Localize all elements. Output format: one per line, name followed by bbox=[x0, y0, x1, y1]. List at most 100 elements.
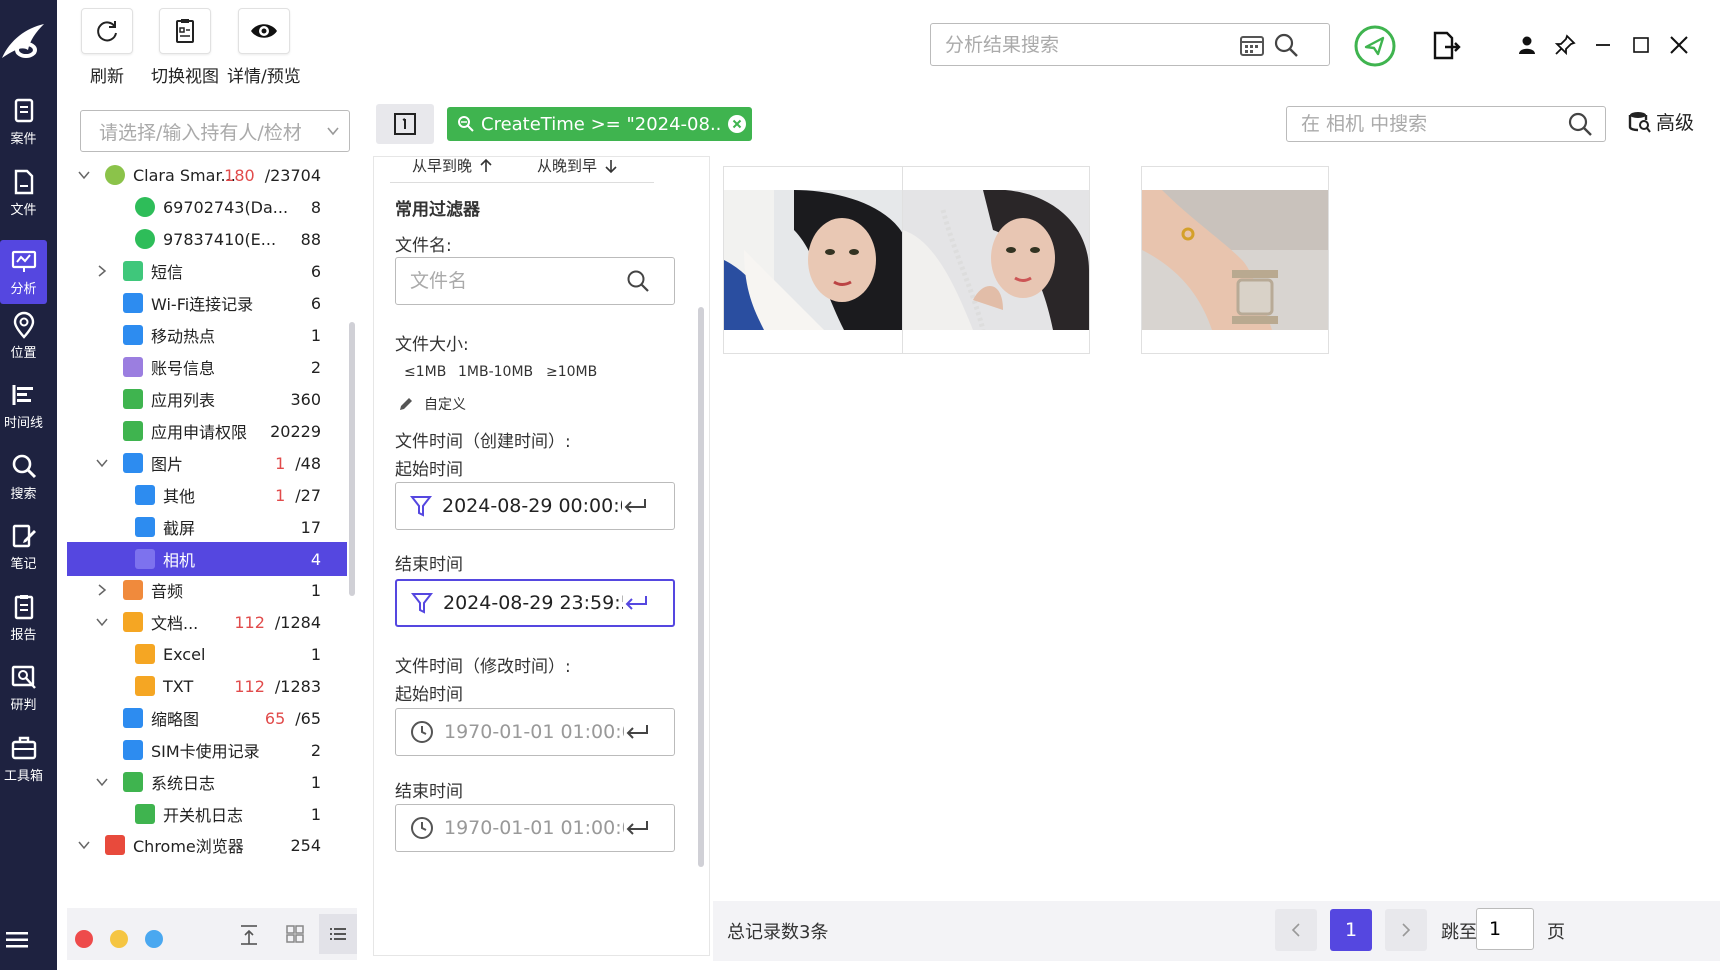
ctime-start-value: 2024-08-29 00:00:00 bbox=[442, 495, 622, 517]
chevron-down-icon[interactable] bbox=[77, 838, 91, 852]
enter-icon[interactable] bbox=[624, 818, 650, 838]
enter-icon[interactable] bbox=[624, 722, 650, 742]
tree-item[interactable]: Chrome浏览器 254 bbox=[67, 828, 347, 862]
page-number-button[interactable]: 1 bbox=[1330, 909, 1372, 951]
tree-item[interactable]: Clara Smar... 180/23704 bbox=[67, 158, 347, 192]
image-thumbnail[interactable] bbox=[723, 166, 911, 354]
enter-icon[interactable] bbox=[622, 496, 648, 516]
ctime-end-field[interactable]: 2024-08-29 23:59:59 bbox=[395, 579, 675, 627]
active-filter-chip[interactable]: CreateTime >= "2024-08... bbox=[447, 107, 752, 141]
export-button[interactable] bbox=[1431, 29, 1461, 63]
tree-item[interactable]: 应用列表 360 bbox=[67, 382, 347, 416]
tree-item[interactable]: Wi-Fi连接记录 6 bbox=[67, 286, 347, 320]
owner-select[interactable]: 请选择/输入持有人/检材 bbox=[80, 110, 350, 152]
prev-page-button[interactable] bbox=[1275, 909, 1317, 951]
advanced-search-button[interactable]: 高级 bbox=[1628, 108, 1694, 135]
tree-item[interactable]: TXT 112/1283 bbox=[67, 669, 347, 703]
tree-item[interactable]: 图片 1/48 bbox=[67, 446, 347, 480]
calendar-icon[interactable] bbox=[1239, 32, 1265, 58]
filter-panel: 从早到晚 从晚到早 常用过滤器 文件名: 文件大小: ≤1MB 1MB-10MB… bbox=[373, 156, 710, 956]
grid-view-icon[interactable] bbox=[283, 922, 307, 946]
tree-item[interactable]: 相机 4 bbox=[67, 542, 347, 576]
minimize-icon[interactable] bbox=[1591, 33, 1615, 57]
nav-timeline[interactable]: 时间线 bbox=[0, 374, 47, 438]
size-option-large[interactable]: ≥10MB bbox=[546, 364, 597, 380]
pane-toggle-button[interactable] bbox=[376, 104, 434, 144]
tree-item-total-count: 8 bbox=[310, 197, 321, 217]
search-icon[interactable] bbox=[626, 269, 650, 293]
chevron-down-icon[interactable] bbox=[95, 615, 109, 629]
image-thumbnail[interactable] bbox=[902, 166, 1090, 354]
tree-item[interactable]: 文档... 112/1284 bbox=[67, 605, 347, 639]
collapse-icon[interactable] bbox=[237, 922, 261, 948]
tree-item[interactable]: 开关机日志 1 bbox=[67, 797, 347, 831]
pin-icon[interactable] bbox=[1553, 33, 1577, 57]
clear-filter-icon[interactable] bbox=[727, 114, 747, 134]
jump-page-input[interactable] bbox=[1476, 908, 1534, 950]
image-thumbnail[interactable] bbox=[1141, 166, 1329, 354]
tree-item[interactable]: 其他 1/27 bbox=[67, 478, 347, 512]
list-view-icon[interactable] bbox=[319, 914, 357, 954]
size-option-medium[interactable]: 1MB-10MB bbox=[458, 364, 533, 380]
yellow-tag-dot[interactable] bbox=[110, 930, 128, 948]
menu-icon[interactable] bbox=[4, 928, 30, 952]
nav-location[interactable]: 位置 bbox=[0, 304, 47, 368]
detail-preview-button[interactable]: 详情/预览 bbox=[227, 8, 301, 87]
size-custom-button[interactable]: 自定义 bbox=[398, 394, 466, 414]
tree-item[interactable]: Excel 1 bbox=[67, 637, 347, 671]
pane-search-input[interactable] bbox=[1301, 113, 1561, 135]
nav-case[interactable]: 案件 bbox=[0, 90, 47, 154]
nav-analysis[interactable]: 分析 bbox=[0, 240, 47, 304]
nav-file[interactable]: 文件 bbox=[0, 161, 47, 225]
user-icon[interactable] bbox=[1516, 33, 1538, 57]
timeline-icon bbox=[12, 385, 33, 405]
tree-item[interactable]: 截屏 17 bbox=[67, 510, 347, 544]
tree-item[interactable]: 系统日志 1 bbox=[67, 765, 347, 799]
size-option-small[interactable]: ≤1MB bbox=[404, 364, 446, 380]
refresh-button[interactable]: 刷新 bbox=[81, 8, 133, 87]
sort-asc-button[interactable]: 从早到晚 bbox=[412, 155, 494, 176]
switch-view-button[interactable]: 切换视图 bbox=[151, 8, 219, 87]
image-icon bbox=[123, 708, 143, 728]
nav-toolbox[interactable]: 工具箱 bbox=[0, 727, 47, 791]
tree-item[interactable]: 69702743(Da... 8 bbox=[67, 190, 347, 224]
next-page-button[interactable] bbox=[1385, 909, 1427, 951]
chevron-down-icon[interactable] bbox=[95, 456, 109, 470]
tree-item-label: 应用申请权限 bbox=[151, 423, 248, 442]
maximize-icon[interactable] bbox=[1629, 33, 1653, 57]
chevron-right-icon[interactable] bbox=[95, 264, 109, 278]
nav-search[interactable]: 搜索 bbox=[0, 445, 47, 509]
tree-item[interactable]: SIM卡使用记录 2 bbox=[67, 733, 347, 767]
chevron-right-icon[interactable] bbox=[95, 583, 109, 597]
analysis-search-input[interactable] bbox=[945, 33, 1235, 56]
results-grid bbox=[713, 156, 1720, 901]
sort-desc-button[interactable]: 从晚到早 bbox=[537, 155, 619, 176]
mtime-end-field[interactable]: 1970-01-01 01:00:00 bbox=[395, 804, 675, 852]
close-icon[interactable] bbox=[1666, 32, 1692, 58]
phone-icon bbox=[135, 197, 155, 217]
tree-item[interactable]: 97837410(E... 88 bbox=[67, 222, 347, 256]
chevron-down-icon[interactable] bbox=[77, 168, 91, 182]
tree-item[interactable]: 移动热点 1 bbox=[67, 318, 347, 352]
tree-item[interactable]: 应用申请权限 20229 bbox=[67, 414, 347, 448]
tree-item[interactable]: 账号信息 2 bbox=[67, 350, 347, 384]
nav-note[interactable]: 笔记 bbox=[0, 515, 47, 579]
ctime-start-field[interactable]: 2024-08-29 00:00:00 bbox=[395, 482, 675, 530]
filter-scrollbar[interactable] bbox=[698, 307, 704, 867]
red-tag-dot[interactable] bbox=[75, 930, 93, 948]
search-icon[interactable] bbox=[1273, 32, 1299, 58]
chevron-down-icon[interactable] bbox=[95, 775, 109, 789]
tree-item[interactable]: 音频 1 bbox=[67, 573, 347, 607]
tree-scrollbar[interactable] bbox=[349, 322, 355, 596]
tree-item[interactable]: 缩略图 65/65 bbox=[67, 701, 347, 735]
mtime-start-field[interactable]: 1970-01-01 01:00:00 bbox=[395, 708, 675, 756]
send-button[interactable] bbox=[1353, 24, 1397, 68]
enter-icon[interactable] bbox=[623, 593, 649, 613]
clipboard-icon bbox=[176, 19, 194, 43]
search-icon[interactable] bbox=[1567, 111, 1593, 137]
nav-report[interactable]: 报告 bbox=[0, 586, 47, 650]
tree-item[interactable]: 短信 6 bbox=[67, 254, 347, 288]
blue-tag-dot[interactable] bbox=[145, 930, 163, 948]
filename-input[interactable] bbox=[410, 270, 620, 292]
nav-judge[interactable]: 研判 bbox=[0, 656, 47, 720]
